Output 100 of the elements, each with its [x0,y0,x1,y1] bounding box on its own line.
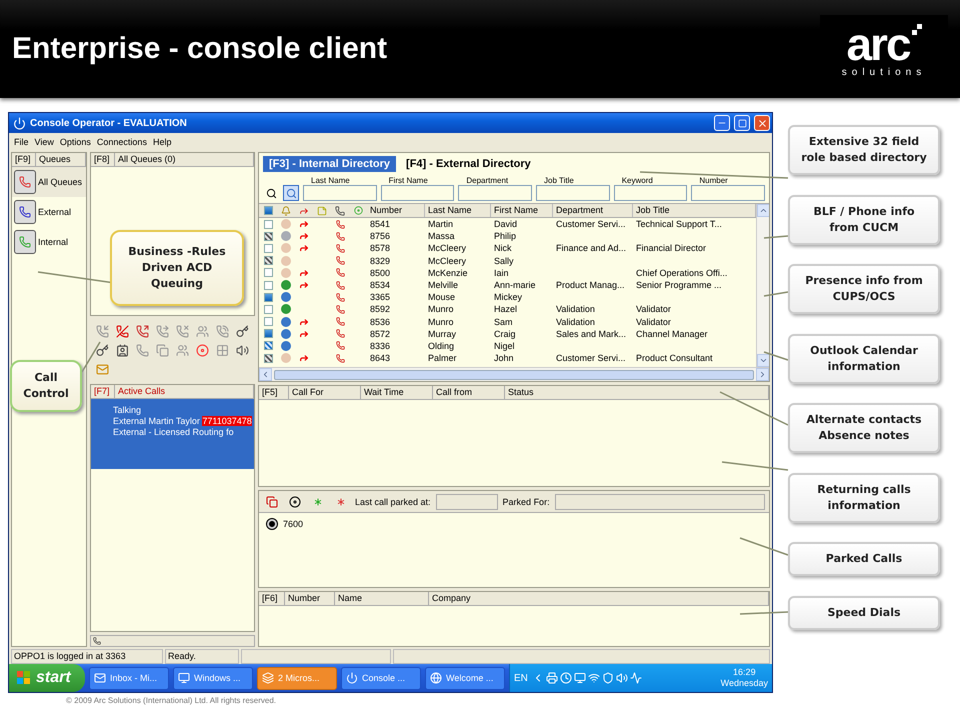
table-cell-text: Iain [493,268,510,278]
shortcut-key: [F7] [91,385,115,398]
column-header[interactable]: Call from [433,386,505,399]
table-cell-text: Financial Director [635,243,708,254]
power-icon [346,672,358,684]
leader-line [740,611,788,615]
search-icon [286,188,296,198]
grid-icon [216,344,228,356]
phone-icon [93,637,101,645]
copyright-text: © 2009 Arc Solutions (International) Ltd. All rights reserved. [65,695,278,705]
queue-item[interactable]: All Queues [12,167,86,197]
column-header[interactable]: Wait Time [361,386,433,399]
window-title: Console Operator - EVALUATION [30,118,188,128]
column-header[interactable]: Number [367,204,425,217]
table-cell-text: Finance and Ad... [555,243,628,254]
phone-call-icon [216,324,228,338]
search-field[interactable] [458,185,532,201]
queue-item[interactable]: Internal [12,227,86,257]
menu-item[interactable]: Options [56,136,94,146]
scroll-down-button[interactable] [756,354,769,367]
menu-item[interactable]: File [11,136,32,146]
taskbar-button[interactable]: Welcome ... [425,666,505,690]
menu-item[interactable]: Help [150,136,174,146]
taskbar-button[interactable]: Inbox - Mi... [89,666,169,690]
taskbar-button[interactable]: Windows ... [173,666,253,690]
column-header[interactable]: First Name [491,204,553,217]
phone-icon [336,280,344,290]
table-cell-text: 8572 [369,328,392,339]
scroll-right-button[interactable] [756,368,769,381]
table-cell-text: Chief Operations Offi... [635,268,728,278]
table-cell-text: Mouse [427,292,456,302]
taskbar-button[interactable]: Console ... [341,666,421,690]
search-field[interactable] [691,185,766,201]
field-label: Job Title [543,176,575,185]
table-cell-text: Palmer [427,353,458,364]
phone-icon [336,317,344,326]
table-cell-text: Murray [427,328,458,339]
users-icon [196,324,208,338]
parked-for-field[interactable] [554,494,765,510]
close-button[interactable] [754,115,770,131]
column-header[interactable]: Last Name [425,204,491,217]
table-cell-text: 8578 [369,243,392,254]
table-cell-text: 8643 [369,353,392,364]
field-label: Last Name [310,176,351,185]
search-field[interactable] [536,185,610,201]
call-status: Talking [113,405,142,415]
shortcut-key: [F9] [12,153,36,166]
table-cell-text: Sales and Mark... [555,328,628,339]
disc-icon [289,496,301,508]
chevron-up-icon [758,206,768,215]
callout: Speed Dials [788,596,940,630]
phone-icon [335,206,345,216]
menu-item[interactable]: Connections [94,136,150,146]
phone-icon [336,341,344,350]
shortcut-key: [F5] [259,386,289,399]
menu-item[interactable]: View [32,136,57,146]
table-cell-text: Philip [493,231,518,242]
bell-icon [281,206,291,216]
monitor-icon [178,672,190,684]
scroll-left-button[interactable] [259,368,272,381]
logo-tagline: solutions [842,67,926,78]
leader-line [764,291,788,297]
leader-line [720,391,788,426]
table-cell-text: Nigel [493,340,516,351]
table-cell-text: 8536 [369,316,392,327]
status-text: OPPO1 is logged in at 3363 [11,649,163,664]
table-cell-text: Nick [493,243,512,254]
table-cell-text: Product Consultant [635,353,714,364]
maximize-button[interactable] [734,115,750,131]
app-icon [13,116,26,130]
directory-tab[interactable]: [F3] - Internal Directory [263,156,396,172]
forward-arrow-icon [299,206,309,216]
column-header[interactable]: Company [429,592,769,605]
table-cell-text: 8329 [369,256,392,266]
phone-icon [336,329,344,338]
scroll-up-button[interactable] [756,204,769,217]
search-field[interactable] [614,185,688,201]
chevron-right-icon [758,370,767,379]
column-header[interactable]: Number [285,592,335,605]
contact-card-icon [116,344,128,356]
close-icon [756,118,768,128]
last-parked-field[interactable] [436,494,498,510]
directory-tab[interactable]: [F4] - External Directory [400,156,537,172]
search-field[interactable] [380,185,454,201]
stacked-windows-icon [262,672,274,684]
minimize-button[interactable] [714,115,730,131]
active-call[interactable]: Talking External Martin Taylor 7711037478 External - Licensed Routing fo [91,399,254,469]
column-header[interactable]: Status [505,386,769,399]
table-cell-text: Product Manag... [555,280,626,290]
parked-call[interactable]: 7600 [259,513,769,535]
logo-wordmark: arc [846,24,910,64]
search-field[interactable] [303,185,377,201]
column-header[interactable]: Department [553,204,633,217]
phone-forwarded-icon [156,324,168,338]
phone-icon [336,220,344,229]
calendar-icon [264,206,272,215]
queue-item[interactable]: External [12,197,86,227]
column-header[interactable]: Call For [289,386,361,399]
scroll-thumb[interactable] [274,370,754,380]
column-header[interactable]: Name [335,592,429,605]
